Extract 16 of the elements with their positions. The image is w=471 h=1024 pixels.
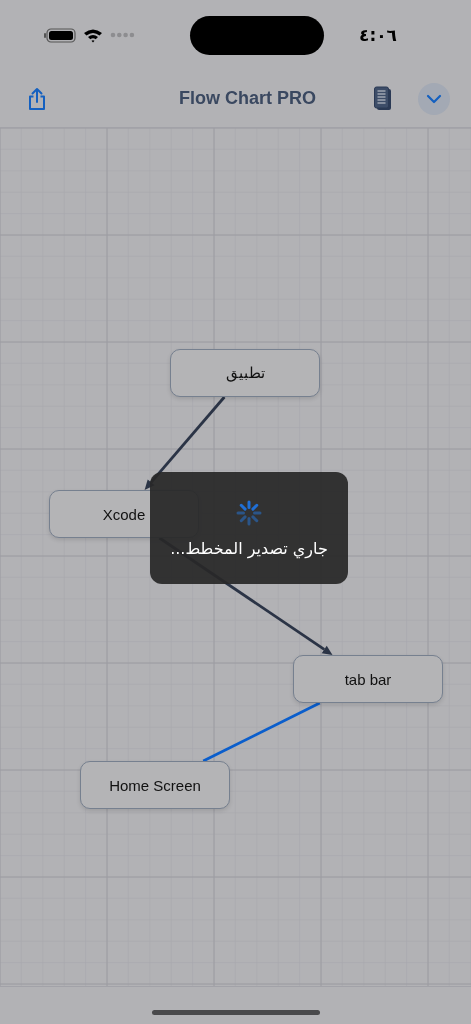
flow-node[interactable]: تطبيق	[170, 349, 320, 397]
share-button[interactable]	[27, 86, 47, 111]
spinner-icon	[235, 498, 263, 527]
signal-icon	[110, 32, 135, 38]
progress-message: جاري تصدير المخطط...	[170, 538, 328, 558]
document-icon	[373, 85, 393, 112]
wifi-icon	[83, 27, 103, 43]
document-button[interactable]	[373, 85, 393, 112]
battery-icon	[44, 27, 76, 43]
share-icon	[27, 86, 47, 111]
status-time: ٤:٠٦	[358, 25, 397, 45]
chevron-down-icon	[426, 93, 442, 104]
collapse-button[interactable]	[418, 82, 450, 115]
flow-node[interactable]: Home Screen	[80, 761, 230, 809]
window-title: Flow Chart PRO	[179, 88, 316, 109]
flow-node[interactable]: tab bar	[293, 655, 443, 703]
